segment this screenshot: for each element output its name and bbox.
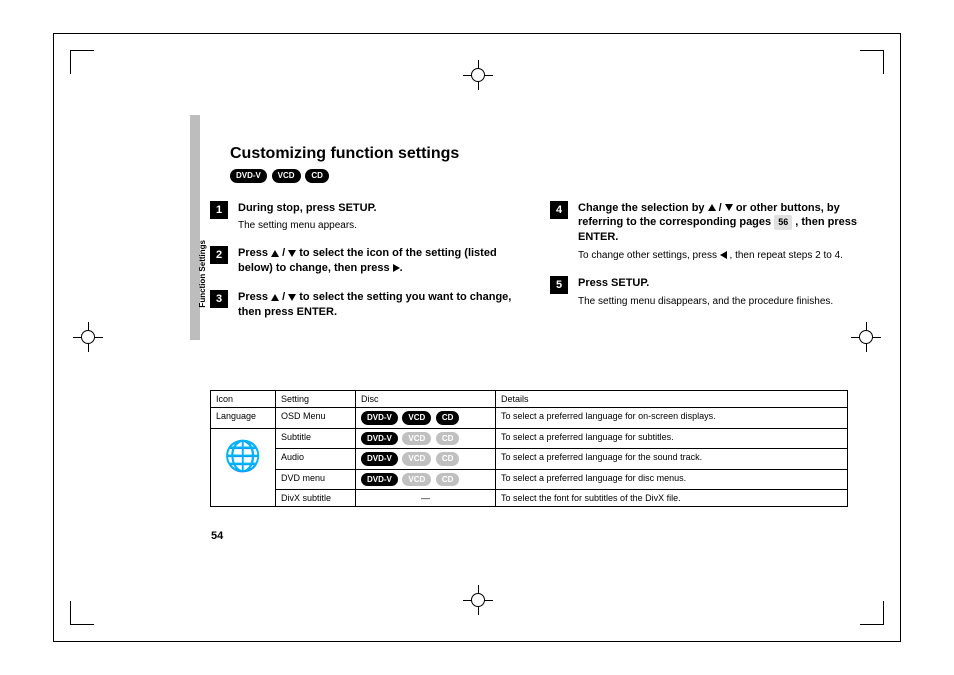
setting-cell: DVD menu [276, 469, 356, 490]
icon-cell: 🌐 [211, 428, 276, 507]
step-3: 3 Press / to select the setting you want… [210, 290, 520, 320]
th-setting: Setting [276, 391, 356, 408]
step-title: Change the selection by / or other butto… [578, 201, 860, 246]
details-cell: To select a preferred language for subti… [496, 428, 848, 449]
settings-table-wrap: Icon Setting Disc Details Language OSD M… [210, 390, 848, 507]
steps-col-left: 1 During stop, press SETUP. The setting … [210, 201, 520, 334]
down-icon [725, 204, 733, 211]
crop-mark [860, 601, 884, 625]
badge-dvdv: DVD-V [361, 473, 398, 487]
step-2: 2 Press / to select the icon of the sett… [210, 246, 520, 276]
badge-cd: CD [436, 432, 460, 446]
badge-dvdv: DVD-V [361, 411, 398, 425]
up-icon [708, 204, 716, 211]
badge-dvdv: DVD-V [361, 452, 398, 466]
badge-cd: CD [305, 169, 329, 183]
step-subtext: To change other settings, press , then r… [578, 249, 860, 262]
badge-vcd: VCD [402, 452, 431, 466]
table-header-row: Icon Setting Disc Details [211, 391, 848, 408]
down-icon [288, 294, 296, 301]
right-icon [393, 264, 400, 272]
badge-cd: CD [436, 411, 460, 425]
step-title: Press / to select the setting you want t… [238, 290, 520, 320]
down-icon [288, 250, 296, 257]
steps-columns: 1 During stop, press SETUP. The setting … [210, 201, 860, 334]
setting-cell: DivX subtitle [276, 490, 356, 507]
registration-mark [463, 60, 493, 90]
settings-table: Icon Setting Disc Details Language OSD M… [210, 390, 848, 507]
registration-mark [463, 585, 493, 615]
details-cell: To select a preferred language for disc … [496, 469, 848, 490]
step-subtext: The setting menu appears. [238, 219, 520, 232]
page-number: 54 [211, 530, 223, 542]
step-number: 2 [210, 246, 228, 264]
th-details: Details [496, 391, 848, 408]
step-subtext: The setting menu disappears, and the pro… [578, 295, 860, 308]
step-number: 1 [210, 201, 228, 219]
table-row: Language OSD Menu DVD-V VCD CD To select… [211, 408, 848, 429]
disc-cell: DVD-V VCD CD [356, 449, 496, 470]
up-icon [271, 294, 279, 301]
table-row: Audio DVD-V VCD CD To select a preferred… [211, 449, 848, 470]
page-title: Customizing function settings [230, 145, 860, 163]
disc-cell: DVD-V VCD CD [356, 428, 496, 449]
globe-icon: 🌐 [224, 440, 261, 473]
step-number: 5 [550, 276, 568, 294]
badge-vcd: VCD [402, 473, 431, 487]
crop-mark [70, 601, 94, 625]
details-cell: To select a preferred language for the s… [496, 449, 848, 470]
disc-cell: — [356, 490, 496, 507]
content-area: Customizing function settings DVD-V VCD … [210, 145, 860, 334]
up-icon [271, 250, 279, 257]
details-cell: To select a preferred language for on-sc… [496, 408, 848, 429]
setting-cell: Subtitle [276, 428, 356, 449]
manual-page: Function Settings Customizing function s… [0, 0, 954, 675]
step-number: 4 [550, 201, 568, 219]
crop-mark [860, 50, 884, 74]
step-4: 4 Change the selection by / or other but… [550, 201, 860, 263]
badge-vcd: VCD [402, 411, 431, 425]
disc-cell: DVD-V VCD CD [356, 469, 496, 490]
badge-vcd: VCD [402, 432, 431, 446]
table-row: DVD menu DVD-V VCD CD To select a prefer… [211, 469, 848, 490]
badge-dvdv: DVD-V [230, 169, 267, 183]
badge-dvdv: DVD-V [361, 432, 398, 446]
left-icon [720, 251, 727, 259]
details-cell: To select the font for subtitles of the … [496, 490, 848, 507]
step-1: 1 During stop, press SETUP. The setting … [210, 201, 520, 233]
table-row: 🌐 Subtitle DVD-V VCD CD To select a pref… [211, 428, 848, 449]
disc-badge-row: DVD-V VCD CD [230, 169, 860, 183]
step-title: During stop, press SETUP. [238, 201, 520, 216]
page-ref: 56 [774, 215, 792, 229]
setting-cell: Audio [276, 449, 356, 470]
step-5: 5 Press SETUP. The setting menu disappea… [550, 276, 860, 308]
section-tab-label: Function Settings [198, 240, 207, 308]
table-row: DivX subtitle — To select the font for s… [211, 490, 848, 507]
disc-cell: DVD-V VCD CD [356, 408, 496, 429]
registration-mark [73, 322, 103, 352]
badge-vcd: VCD [272, 169, 301, 183]
badge-cd: CD [436, 473, 460, 487]
crop-mark [70, 50, 94, 74]
step-number: 3 [210, 290, 228, 308]
badge-cd: CD [436, 452, 460, 466]
steps-col-right: 4 Change the selection by / or other but… [550, 201, 860, 334]
page-frame [53, 33, 901, 642]
step-title: Press SETUP. [578, 276, 860, 291]
setting-cell: OSD Menu [276, 408, 356, 429]
category-cell: Language [211, 408, 276, 429]
th-icon: Icon [211, 391, 276, 408]
step-title: Press / to select the icon of the settin… [238, 246, 520, 276]
th-disc: Disc [356, 391, 496, 408]
